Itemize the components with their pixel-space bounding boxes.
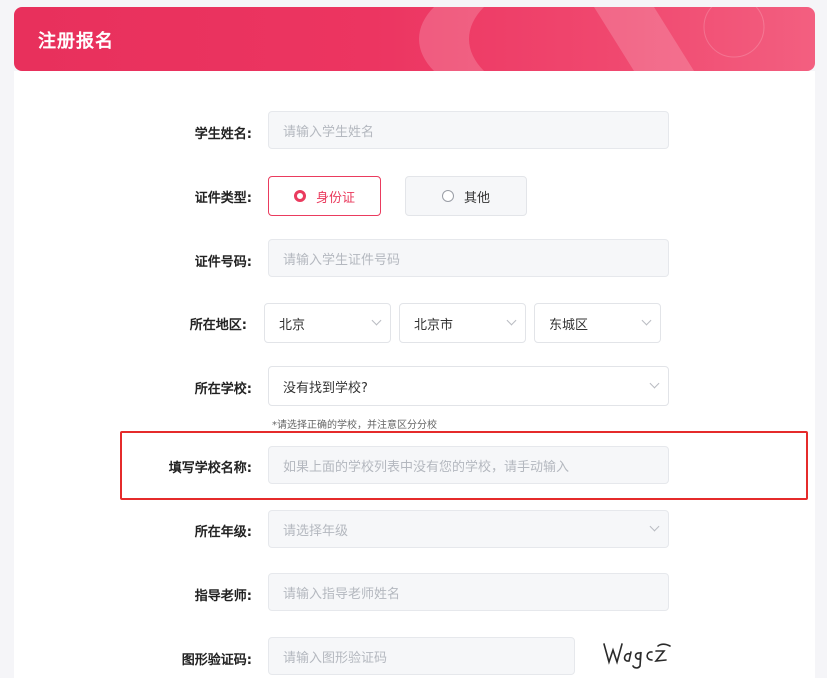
radio-checked-icon — [293, 190, 306, 202]
id-type-option-other-label: 其他 — [463, 190, 490, 206]
school-value: 没有找到学校? — [283, 380, 368, 396]
chevron-down-icon — [641, 315, 652, 326]
student-name-placeholder: 请输入学生姓名 — [283, 124, 375, 140]
radio-unchecked-icon — [441, 190, 454, 202]
district-value: 东城区 — [549, 317, 589, 333]
id-type-option-other[interactable]: 其他 — [405, 176, 527, 216]
captcha-label: 图形验证码: — [181, 653, 252, 668]
id-type-label: 证件类型: — [194, 191, 252, 206]
teacher-label: 指导老师: — [194, 589, 252, 604]
school-select[interactable]: 没有找到学校? — [268, 366, 669, 406]
province-value: 北京 — [279, 317, 306, 333]
grade-select[interactable]: 请选择年级 — [268, 510, 669, 548]
chevron-down-icon — [371, 315, 382, 326]
captcha-image[interactable] — [600, 638, 672, 670]
province-select[interactable]: 北京 — [264, 303, 391, 343]
school-label: 所在学校: — [194, 382, 252, 397]
page-title: 注册报名 — [38, 31, 114, 52]
school-name-label: 填写学校名称: — [168, 461, 252, 476]
id-number-label: 证件号码: — [194, 255, 252, 270]
chevron-down-icon — [506, 315, 517, 326]
grade-placeholder: 请选择年级 — [283, 523, 349, 539]
school-hint: *请选择正确的学校，并注意区分分校 — [272, 420, 437, 431]
teacher-input[interactable]: 请输入指导老师姓名 — [268, 573, 669, 611]
id-number-input[interactable]: 请输入学生证件号码 — [268, 239, 669, 277]
city-value: 北京市 — [414, 317, 454, 333]
header-decoration — [419, 7, 765, 71]
teacher-placeholder: 请输入指导老师姓名 — [283, 586, 401, 602]
id-number-placeholder: 请输入学生证件号码 — [283, 252, 401, 268]
city-select[interactable]: 北京市 — [399, 303, 526, 343]
district-select[interactable]: 东城区 — [534, 303, 661, 343]
chevron-down-icon — [649, 521, 660, 532]
student-name-input[interactable]: 请输入学生姓名 — [268, 111, 669, 149]
id-type-option-idcard[interactable]: 身份证 — [268, 176, 381, 216]
student-name-label: 学生姓名: — [194, 127, 252, 142]
region-label: 所在地区: — [189, 318, 247, 333]
captcha-input[interactable]: 请输入图形验证码 — [268, 637, 575, 675]
grade-label: 所在年级: — [194, 525, 252, 540]
captcha-placeholder: 请输入图形验证码 — [283, 650, 388, 666]
page-header: 注册报名 — [14, 7, 815, 71]
school-name-input[interactable]: 如果上面的学校列表中没有您的学校，请手动输入 — [268, 446, 669, 484]
school-name-placeholder: 如果上面的学校列表中没有您的学校，请手动输入 — [283, 459, 570, 475]
id-type-option-idcard-label: 身份证 — [315, 190, 355, 206]
chevron-down-icon — [649, 378, 660, 389]
